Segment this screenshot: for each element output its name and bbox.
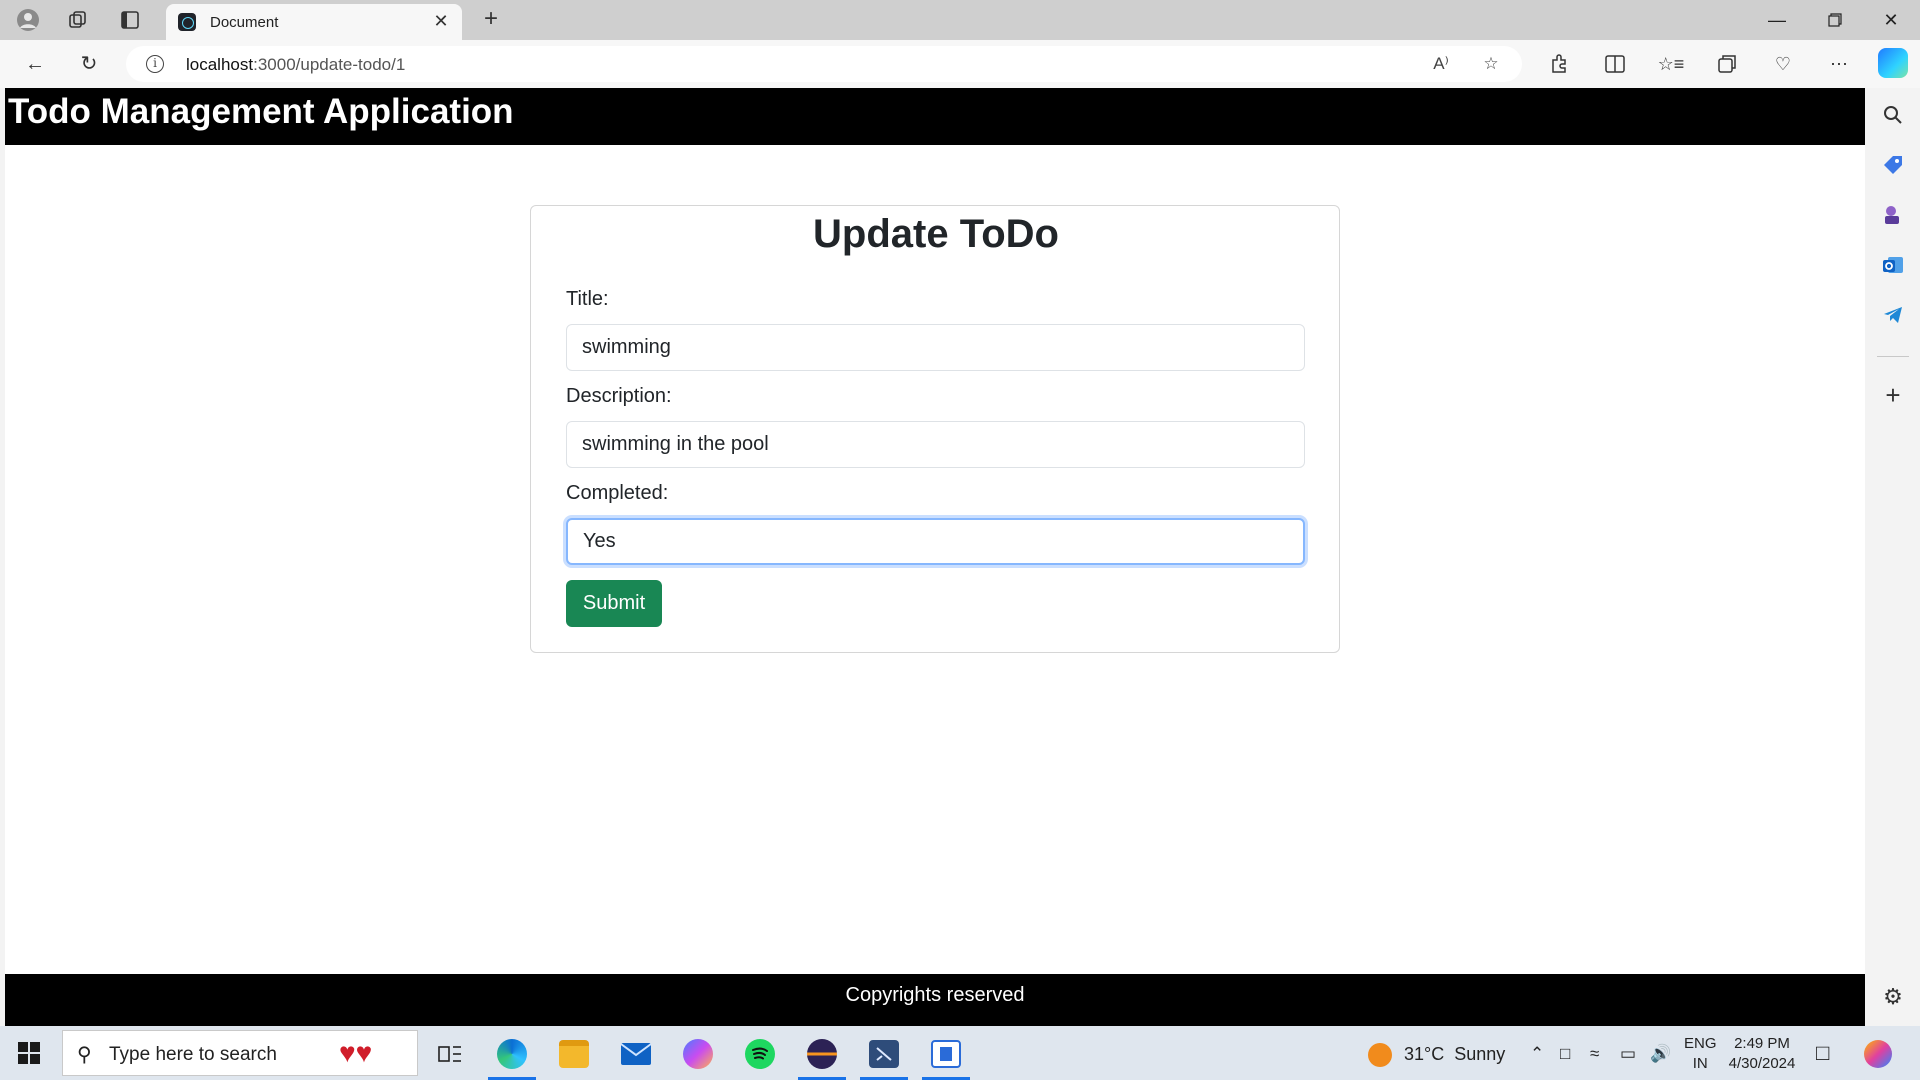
lang-code: ENG [1684,1035,1717,1052]
system-clock[interactable]: 2:49 PM 4/30/2024 [1722,1034,1802,1074]
title-label: Title: [566,288,609,310]
visual-studio-icon[interactable] [860,1032,908,1080]
address-bar[interactable]: i localhost:3000/update-todo/1 A⁾ ☆ [126,46,1522,82]
close-window-icon[interactable]: ✕ [1862,0,1920,40]
info-icon[interactable]: i [146,55,164,73]
windows-taskbar: ⚲ Type here to search ♥♥ 31°C Sunny ⌃ □ [0,1026,1920,1080]
refresh-icon[interactable]: ↻ [74,50,104,78]
volume-icon[interactable]: 🔊 [1650,1044,1671,1064]
task-view-icon[interactable] [426,1032,474,1076]
completed-input[interactable] [566,518,1305,565]
add-icon[interactable]: + [1878,380,1908,410]
favorite-icon[interactable]: ☆ [1478,52,1504,76]
browser-toolbar: ← ↻ i localhost:3000/update-todo/1 A⁾ ☆ … [0,40,1920,88]
app-title: Todo Management Application [8,92,514,131]
collections-icon[interactable] [1712,50,1742,78]
copilot-app-icon[interactable] [674,1032,722,1076]
more-icon[interactable]: ⋯ [1824,50,1854,78]
notifications-icon[interactable]: □ [1816,1040,1829,1066]
sidebar-divider [1877,356,1909,357]
browser-tab-strip: Document ✕ + — ✕ [0,0,1920,40]
strawberry-icon: ♥♥ [339,1037,373,1068]
meet-now-icon[interactable]: □ [1560,1044,1570,1064]
split-screen-icon[interactable] [1600,50,1630,78]
app-window-icon[interactable] [922,1032,970,1080]
lang-region: IN [1692,1055,1708,1072]
spotify-icon[interactable] [736,1032,784,1076]
outlook-icon[interactable] [1878,250,1908,280]
description-input[interactable] [566,421,1305,468]
weather-temp[interactable]: 31°C Sunny [1404,1044,1505,1065]
restore-icon[interactable] [1806,0,1864,40]
copilot-icon[interactable] [1878,48,1908,78]
clock-date: 4/30/2024 [1728,1055,1796,1072]
url-path: :3000/update-todo/1 [253,55,406,74]
taskbar-search-box[interactable]: ⚲ Type here to search ♥♥ [62,1030,418,1076]
weather-temp-value: 31°C [1404,1044,1445,1064]
description-label: Description: [566,385,672,407]
file-explorer-icon[interactable] [550,1032,598,1076]
page-viewport: Todo Management Application Update ToDo … [5,88,1865,1026]
tab-actions-icon[interactable] [116,6,144,34]
app-header: Todo Management Application [5,88,1865,145]
mail-icon[interactable] [612,1032,660,1076]
favorites-icon[interactable]: ☆≡ [1656,50,1686,78]
tab-title: Document [210,14,279,31]
new-tab-icon[interactable]: + [476,6,506,34]
copilot-taskbar-icon[interactable] [1864,1040,1892,1068]
minimize-icon[interactable]: — [1748,0,1806,40]
search-icon[interactable] [1878,100,1908,130]
eclipse-icon[interactable] [798,1032,846,1080]
read-aloud-icon[interactable]: A⁾ [1428,52,1454,76]
shopping-tag-icon[interactable] [1878,150,1908,180]
update-todo-card: Update ToDo Title: Description: Complete… [530,205,1340,653]
profile-icon[interactable] [14,6,42,34]
back-icon[interactable]: ← [20,50,50,78]
clock-time: 2:49 PM [1734,1035,1790,1052]
app-footer: Copyrights reserved [5,974,1865,1026]
footer-text: Copyrights reserved [845,984,1025,1006]
taskbar-search-icon: ⚲ [77,1044,92,1066]
workspaces-icon[interactable] [64,6,92,34]
submit-button[interactable]: Submit [566,580,662,627]
language-indicator[interactable]: ENG IN [1684,1034,1717,1074]
completed-label: Completed: [566,482,669,504]
extensions-icon[interactable] [1544,50,1574,78]
browser-essentials-icon[interactable]: ♡ [1768,50,1798,78]
battery-icon[interactable]: ▭ [1620,1044,1636,1064]
telegram-icon[interactable] [1878,300,1908,330]
wifi-icon[interactable]: ≈ [1590,1044,1599,1064]
show-hidden-icons-icon[interactable]: ⌃ [1530,1044,1544,1064]
url-host: localhost [186,55,254,74]
settings-icon[interactable]: ⚙ [1878,982,1908,1012]
close-tab-icon[interactable]: ✕ [430,10,452,32]
edge-sidebar: + ⚙ [1866,88,1920,1026]
windows-start-icon[interactable] [18,1042,40,1064]
taskbar-search-placeholder: Type here to search [109,1044,277,1065]
tab-document[interactable]: Document ✕ [166,4,462,40]
url-text[interactable]: localhost:3000/update-todo/1 [186,55,405,75]
games-icon[interactable] [1878,200,1908,230]
form-heading: Update ToDo [813,212,1059,256]
weather-sun-icon[interactable] [1368,1043,1392,1067]
title-input[interactable] [566,324,1305,371]
edge-icon[interactable] [488,1032,536,1080]
react-favicon-icon [178,13,196,31]
weather-desc: Sunny [1454,1044,1506,1064]
